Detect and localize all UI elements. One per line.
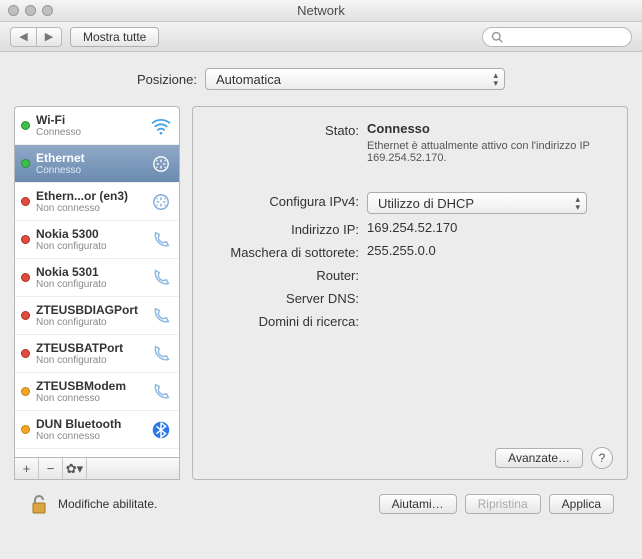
sidebar-item-status: Non connesso — [36, 393, 143, 404]
sidebar-item-dun-bluetooth[interactable]: DUN BluetoothNon connesso — [15, 411, 179, 449]
sidebar-item-zteusbatport[interactable]: ZTEUSBATPortNon configurato — [15, 335, 179, 373]
phone-icon — [149, 228, 173, 252]
sidebar-item-zteusbmodem[interactable]: ZTEUSBModemNon connesso — [15, 373, 179, 411]
sidebar-item-text: Wi-FiConnesso — [36, 113, 143, 138]
bluetooth-icon — [149, 418, 173, 442]
router-label: Router: — [207, 266, 367, 283]
status-dot — [21, 425, 30, 434]
configure-ipv4-value: Utilizzo di DHCP — [378, 196, 474, 211]
sidebar-item-status: Non configurato — [36, 279, 143, 290]
search-domains-label: Domini di ricerca: — [207, 312, 367, 329]
status-label: Stato: — [207, 121, 367, 138]
sidebar-item-name: Nokia 5301 — [36, 265, 143, 279]
sidebar-item-wi-fi[interactable]: Wi-FiConnesso — [15, 107, 179, 145]
sidebar-item-ethernet[interactable]: EthernetConnesso — [15, 145, 179, 183]
sidebar-item-text: Nokia 5300Non configurato — [36, 227, 143, 252]
question-icon: ? — [599, 451, 606, 465]
configure-ipv4-select[interactable]: Utilizzo di DHCP ▴▾ — [367, 192, 587, 214]
gear-icon: ✿▾ — [66, 461, 83, 477]
status-dot — [21, 311, 30, 320]
sidebar-item-nokia-5300[interactable]: Nokia 5300Non configurato — [15, 221, 179, 259]
interfaces-list: Wi-FiConnessoEthernetConnessoEthern...or… — [15, 107, 179, 457]
status-dot — [21, 349, 30, 358]
location-select[interactable]: Automatica ▴▾ — [205, 68, 505, 90]
sidebar-item-status: Non configurato — [36, 317, 143, 328]
sidebar-item-name: ZTEUSBATPort — [36, 341, 143, 355]
phone-icon — [149, 266, 173, 290]
bottom-bar: Modifiche abilitate. Aiutami… Ripristina… — [14, 480, 628, 516]
status-dot — [21, 121, 30, 130]
help-button[interactable]: ? — [591, 447, 613, 469]
revert-button[interactable]: Ripristina — [465, 494, 541, 514]
sidebar-item-nokia-5301[interactable]: Nokia 5301Non configurato — [15, 259, 179, 297]
sidebar-item-status: Connesso — [36, 165, 143, 176]
sidebar-item-status: Non configurato — [36, 241, 143, 252]
sidebar-item-name: ZTEUSBModem — [36, 379, 143, 393]
status-dot — [21, 235, 30, 244]
sidebar-item-text: ZTEUSBModemNon connesso — [36, 379, 143, 404]
ethernet-icon — [149, 190, 173, 214]
sidebar-footer: + − ✿▾ — [15, 457, 179, 479]
chevron-updown-icon: ▴▾ — [575, 195, 580, 211]
status-description: Ethernet è attualmente attivo con l'indi… — [367, 140, 597, 164]
sidebar-item-zteusbdiagport[interactable]: ZTEUSBDIAGPortNon configurato — [15, 297, 179, 335]
help-me-button[interactable]: Aiutami… — [379, 494, 457, 514]
subnet-mask-value: 255.255.0.0 — [367, 243, 613, 258]
wifi-icon — [149, 114, 173, 138]
sidebar-item-text: Nokia 5301Non configurato — [36, 265, 143, 290]
sidebar-item-status: Non connesso — [36, 431, 143, 442]
phone-icon — [149, 304, 173, 328]
sidebar-item-text: ZTEUSBATPortNon configurato — [36, 341, 143, 366]
subnet-mask-label: Maschera di sottorete: — [207, 243, 367, 260]
status-value: Connesso — [367, 121, 430, 136]
chevron-updown-icon: ▴▾ — [493, 71, 498, 87]
sidebar-item-text: DUN BluetoothNon connesso — [36, 417, 143, 442]
status-dot — [21, 387, 30, 396]
search-icon — [491, 31, 503, 43]
status-dot — [21, 159, 30, 168]
sidebar-item-status: Connesso — [36, 127, 143, 138]
status-dot — [21, 273, 30, 282]
sidebar-item-name: Wi-Fi — [36, 113, 143, 127]
sidebar-item-name: Nokia 5300 — [36, 227, 143, 241]
dns-label: Server DNS: — [207, 289, 367, 306]
advanced-button[interactable]: Avanzate… — [495, 448, 583, 468]
lock-text: Modifiche abilitate. — [58, 497, 157, 511]
show-all-button[interactable]: Mostra tutte — [70, 27, 159, 47]
sidebar-item-text: EthernetConnesso — [36, 151, 143, 176]
location-row: Posizione: Automatica ▴▾ — [14, 68, 628, 90]
titlebar: Network — [0, 0, 642, 22]
sidebar-item-status: Non configurato — [36, 355, 143, 366]
forward-button[interactable]: ▶ — [36, 27, 62, 47]
add-interface-button[interactable]: + — [15, 458, 39, 479]
window-title: Network — [0, 3, 642, 18]
sidebar-item-name: Ethern...or (en3) — [36, 189, 143, 203]
sidebar-item-text: ZTEUSBDIAGPortNon configurato — [36, 303, 143, 328]
search-input[interactable] — [482, 27, 632, 47]
ip-address-label: Indirizzo IP: — [207, 220, 367, 237]
phone-icon — [149, 380, 173, 404]
status-dot — [21, 197, 30, 206]
remove-interface-button[interactable]: − — [39, 458, 63, 479]
phone-icon — [149, 342, 173, 366]
configure-ipv4-label: Configura IPv4: — [207, 192, 367, 209]
sidebar-item-name: Ethernet — [36, 151, 143, 165]
toolbar: ◀ ▶ Mostra tutte — [0, 22, 642, 52]
ip-address-value: 169.254.52.170 — [367, 220, 613, 235]
nav-buttons: ◀ ▶ — [10, 27, 62, 47]
lock-icon[interactable] — [28, 492, 50, 516]
sidebar-item-name: DUN Bluetooth — [36, 417, 143, 431]
sidebar-item-status: Non connesso — [36, 203, 143, 214]
detail-panel: Stato: Connesso Ethernet è attualmente a… — [192, 106, 628, 480]
sidebar-item-name: ZTEUSBDIAGPort — [36, 303, 143, 317]
back-button[interactable]: ◀ — [10, 27, 36, 47]
location-label: Posizione: — [137, 72, 197, 87]
ethernet-icon — [149, 152, 173, 176]
sidebar-item-text: Ethern...or (en3)Non connesso — [36, 189, 143, 214]
apply-button[interactable]: Applica — [549, 494, 614, 514]
sidebar-item-ethern-or-en3-[interactable]: Ethern...or (en3)Non connesso — [15, 183, 179, 221]
interface-options-button[interactable]: ✿▾ — [63, 458, 87, 479]
location-value: Automatica — [216, 72, 281, 87]
interfaces-sidebar: Wi-FiConnessoEthernetConnessoEthern...or… — [14, 106, 180, 480]
